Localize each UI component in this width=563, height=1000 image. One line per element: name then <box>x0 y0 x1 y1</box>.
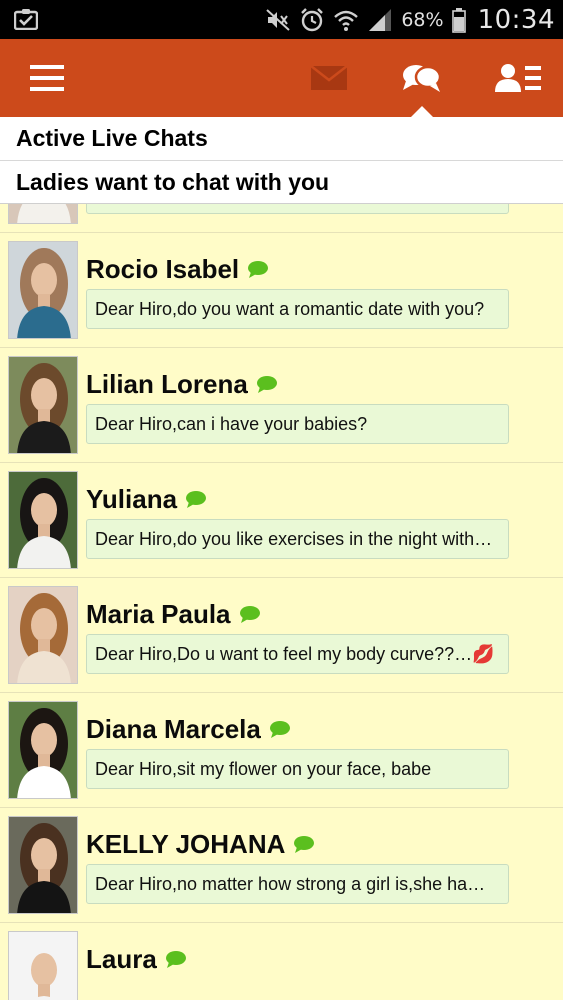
message-preview[interactable]: Dear Hiro,do you like exercises in the n… <box>86 519 509 559</box>
avatar[interactable] <box>8 204 78 224</box>
online-chat-icon <box>293 835 315 853</box>
menu-icon[interactable] <box>12 39 82 117</box>
contact-name[interactable]: Maria Paula <box>86 599 231 630</box>
avatar[interactable] <box>8 356 78 454</box>
wifi-icon <box>333 7 359 33</box>
name-line: Laura <box>86 943 187 975</box>
online-chat-icon <box>165 950 187 968</box>
chat-list-item[interactable]: Lilian Lorena Dear Hiro,can i have your b… <box>0 348 563 463</box>
message-preview[interactable]: You think I have sexy photos? yes or no?… <box>86 204 509 214</box>
clipboard-check-icon <box>13 8 39 31</box>
message-text: Dear Hiro,Do u want to feel my body curv… <box>95 643 495 664</box>
active-tab-indicator <box>411 106 433 117</box>
avatar[interactable] <box>8 586 78 684</box>
avatar[interactable] <box>8 471 78 569</box>
chat-list-item[interactable]: Diana Marcela Dear Hiro,sit my flower on … <box>0 693 563 808</box>
contact-name[interactable]: Yuliana <box>86 484 177 515</box>
contact-name[interactable]: KELLY JOHANA <box>86 829 285 860</box>
contacts-icon[interactable] <box>486 39 550 117</box>
name-line: Lilian Lorena <box>86 368 278 400</box>
message-preview[interactable]: Dear Hiro,can i have your babies? <box>86 404 509 444</box>
mute-icon <box>265 7 291 33</box>
name-line: Rocio Isabel <box>86 253 269 285</box>
battery-percent: 68% <box>401 8 444 31</box>
message-text: Dear Hiro,do you want a romantic date wi… <box>95 298 485 319</box>
online-chat-icon <box>269 720 291 738</box>
avatar[interactable] <box>8 241 78 339</box>
contact-name[interactable]: Laura <box>86 944 157 975</box>
message-preview[interactable]: Dear Hiro,do you want a romantic date wi… <box>86 289 509 329</box>
message-text: Dear Hiro,can i have your babies? <box>95 413 368 434</box>
online-chat-icon <box>239 605 261 623</box>
avatar[interactable] <box>8 816 78 914</box>
ladies-want-to-chat-header[interactable]: Ladies want to chat with you <box>0 161 563 204</box>
chat-list-item[interactable]: Rocio Isabel Dear Hiro,do you want a roma… <box>0 233 563 348</box>
message-text: You think I have sexy photos? yes or no?… <box>95 204 492 205</box>
message-preview[interactable]: Dear Hiro,Do u want to feel my body curv… <box>86 634 509 674</box>
chat-list-item[interactable]: Maria Paula Dear Hiro,Do u want to feel m… <box>0 578 563 693</box>
chat-list[interactable]: Leidy NathaliaYou think I have sexy phot… <box>0 204 563 1000</box>
name-line: Maria Paula <box>86 598 261 630</box>
app-bar <box>0 39 563 117</box>
chat-list-item[interactable]: KELLY JOHANA Dear Hiro,no matter how stro… <box>0 808 563 923</box>
chat-list-item[interactable]: Laura <box>0 923 563 1000</box>
chat-list-item[interactable]: Leidy NathaliaYou think I have sexy phot… <box>0 204 563 233</box>
contact-name[interactable]: Diana Marcela <box>86 714 261 745</box>
battery-icon <box>451 7 466 33</box>
chat-list-item[interactable]: Yuliana Dear Hiro,do you like exercises i… <box>0 463 563 578</box>
message-preview[interactable]: Dear Hiro,no matter how strong a girl is… <box>86 864 509 904</box>
name-line: Diana Marcela <box>86 713 291 745</box>
message-preview[interactable]: Dear Hiro,sit my flower on your face, ba… <box>86 749 509 789</box>
contact-name[interactable]: Rocio Isabel <box>86 254 239 285</box>
name-line: Yuliana <box>86 483 207 515</box>
active-live-chats-header[interactable]: Active Live Chats <box>0 117 563 161</box>
avatar[interactable] <box>8 931 78 1000</box>
alarm-icon <box>299 7 325 33</box>
clock: 10:34 <box>477 4 555 35</box>
mail-icon[interactable] <box>300 39 358 117</box>
status-bar: 68% 10:34 <box>0 0 563 39</box>
avatar[interactable] <box>8 701 78 799</box>
online-chat-icon <box>185 490 207 508</box>
contact-name[interactable]: Lilian Lorena <box>86 369 248 400</box>
online-chat-icon <box>256 375 278 393</box>
message-text: Dear Hiro,sit my flower on your face, ba… <box>95 758 432 779</box>
signal-icon <box>367 7 393 33</box>
online-chat-icon <box>247 260 269 278</box>
message-text: Dear Hiro,do you like exercises in the n… <box>95 528 493 549</box>
name-line: KELLY JOHANA <box>86 828 315 860</box>
message-text: Dear Hiro,no matter how strong a girl is… <box>95 873 486 894</box>
